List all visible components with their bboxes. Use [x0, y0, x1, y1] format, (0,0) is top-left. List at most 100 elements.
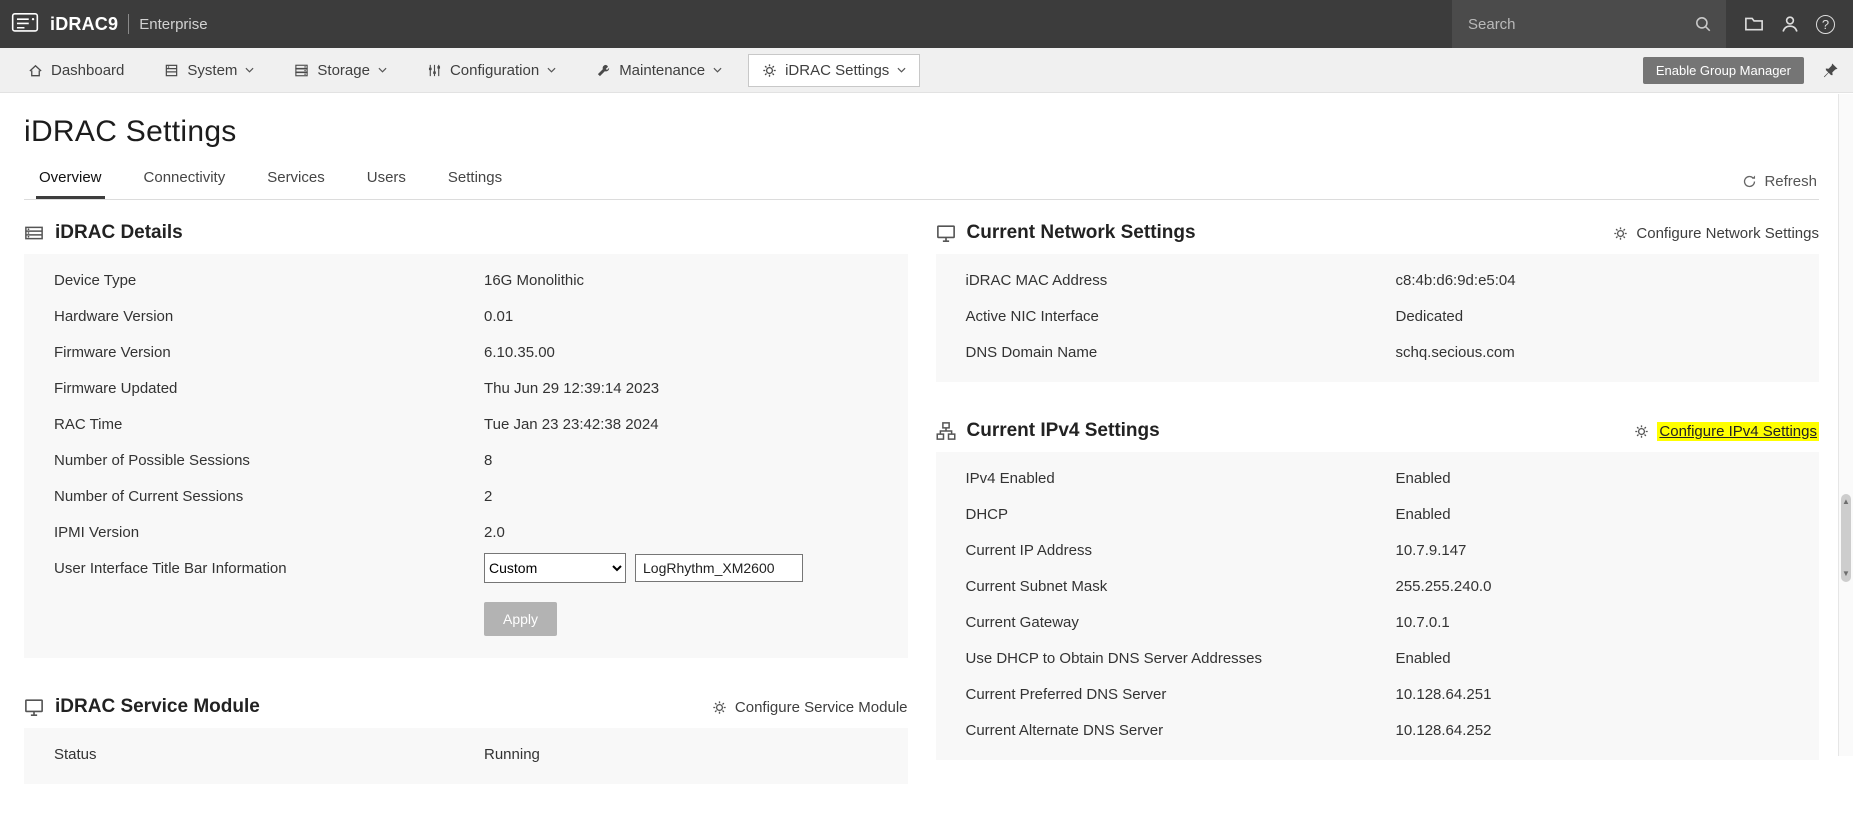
tab-connectivity[interactable]: Connectivity	[141, 161, 229, 199]
nav-item-system[interactable]: System	[150, 54, 268, 87]
tab-overview[interactable]: Overview	[36, 161, 105, 199]
row-label: Current IP Address	[965, 541, 1092, 559]
search-input[interactable]	[1466, 14, 1694, 34]
content-columns: iDRAC Details Device Type 16G Monolithic…	[24, 214, 1819, 814]
network-settings-card: Current Network Settings Configure Netwo…	[935, 214, 1820, 382]
top-icons: ?	[1726, 14, 1853, 34]
idrac-details-card: iDRAC Details Device Type 16G Monolithic…	[24, 214, 908, 658]
row-label: Hardware Version	[54, 307, 174, 325]
top-bar-right: ?	[1452, 0, 1853, 48]
row-label: RAC Time	[54, 415, 123, 433]
row-label: DNS Domain Name	[965, 343, 1098, 361]
row-label: Number of Current Sessions	[54, 487, 244, 505]
nav-item-storage[interactable]: Storage	[280, 54, 401, 87]
menu-bar: Dashboard System Storage Configuration M…	[0, 48, 1853, 93]
detail-row: Current Gateway 10.7.0.1	[936, 604, 1820, 640]
row-label: Firmware Version	[54, 343, 171, 361]
chevron-down-icon	[713, 67, 722, 73]
row-value: 0.01	[484, 307, 514, 325]
gear-icon	[712, 700, 727, 715]
configure-service-module-link[interactable]: Configure Service Module	[712, 699, 908, 716]
sliders-icon	[427, 63, 442, 78]
card-header: iDRAC Service Module Configure Service M…	[24, 688, 908, 728]
card-header: iDRAC Details	[24, 214, 908, 254]
main-content: iDRAC Settings Overview Connectivity Ser…	[0, 93, 1853, 814]
folder-icon[interactable]	[1744, 14, 1764, 34]
row-value: schq.secious.com	[1395, 343, 1515, 361]
row-label: Firmware Updated	[54, 379, 178, 397]
gear-icon	[1634, 424, 1649, 439]
detail-row: Number of Possible Sessions 8	[24, 442, 908, 478]
row-value: 16G Monolithic	[484, 271, 585, 289]
row-value: 10.128.64.251	[1395, 685, 1492, 703]
row-label: IPMI Version	[54, 523, 140, 541]
nav-item-dashboard[interactable]: Dashboard	[14, 54, 138, 87]
row-value: 10.7.9.147	[1395, 541, 1467, 559]
configure-network-settings-link[interactable]: Configure Network Settings	[1613, 225, 1819, 242]
tab-settings[interactable]: Settings	[445, 161, 505, 199]
monitor-icon	[936, 223, 956, 243]
chevron-down-icon	[897, 67, 906, 73]
tab-services[interactable]: Services	[264, 161, 328, 199]
service-module-card: iDRAC Service Module Configure Service M…	[24, 688, 908, 784]
chevron-down-icon	[378, 67, 387, 73]
search-box[interactable]	[1452, 0, 1726, 48]
user-icon[interactable]	[1780, 14, 1800, 34]
home-icon	[28, 63, 43, 78]
refresh-button[interactable]: Refresh	[1740, 173, 1819, 199]
row-value: 2.0	[484, 523, 505, 541]
row-label: Current Subnet Mask	[965, 577, 1108, 595]
title-bar-info-row: User Interface Title Bar Information Cus…	[24, 550, 908, 586]
detail-row: IPv4 Enabled Enabled	[936, 460, 1820, 496]
gear-icon	[1613, 226, 1628, 241]
row-label: Current Alternate DNS Server	[965, 721, 1164, 739]
row-label: Current Gateway	[965, 613, 1079, 631]
row-label: Status	[54, 745, 97, 763]
right-column: Current Network Settings Configure Netwo…	[935, 214, 1820, 814]
nav-item-label: Dashboard	[51, 61, 125, 79]
detail-row: RAC Time Tue Jan 23 23:42:38 2024	[24, 406, 908, 442]
card-action-label: Configure Service Module	[734, 698, 908, 716]
row-value: Enabled	[1395, 505, 1451, 523]
chevron-down-icon	[547, 67, 556, 73]
menu-bar-right: Enable Group Manager	[1642, 56, 1839, 84]
row-value: 2	[484, 487, 493, 505]
wrench-icon	[596, 63, 611, 78]
row-value: Thu Jun 29 12:39:14 2023	[484, 379, 660, 397]
brand-edition: Enterprise	[139, 15, 208, 33]
help-icon[interactable]: ?	[1816, 14, 1835, 34]
pin-icon[interactable]	[1822, 62, 1839, 79]
nav-item-maintenance[interactable]: Maintenance	[582, 54, 736, 87]
apply-button[interactable]: Apply	[484, 602, 558, 636]
detail-row: Current Preferred DNS Server 10.128.64.2…	[936, 676, 1820, 712]
brand-name: iDRAC9	[50, 13, 119, 34]
detail-row: Hardware Version 0.01	[24, 298, 908, 334]
row-value: 10.7.0.1	[1395, 613, 1450, 631]
scrollbar-track[interactable]: ▲ ▼	[1838, 94, 1853, 756]
enable-group-manager-button[interactable]: Enable Group Manager	[1642, 56, 1804, 84]
row-value: 6.10.35.00	[484, 343, 555, 361]
search-icon[interactable]	[1694, 15, 1712, 33]
nav-item-idrac-settings[interactable]: iDRAC Settings	[748, 53, 921, 87]
row-value: Tue Jan 23 23:42:38 2024	[484, 415, 659, 433]
row-label: Number of Possible Sessions	[54, 451, 250, 469]
nav-item-label: System	[187, 61, 238, 79]
detail-row: Firmware Updated Thu Jun 29 12:39:14 202…	[24, 370, 908, 406]
storage-icon	[294, 63, 309, 78]
refresh-label: Refresh	[1764, 173, 1817, 190]
brand: iDRAC9 Enterprise	[0, 9, 208, 39]
card-title: iDRAC Details	[55, 222, 183, 243]
title-bar-text-input[interactable]	[635, 554, 803, 582]
page-title: iDRAC Settings	[24, 115, 237, 148]
row-label: Active NIC Interface	[965, 307, 1099, 325]
detail-row: Active NIC Interface Dedicated	[936, 298, 1820, 334]
server-icon	[164, 63, 179, 78]
tabs-row: Overview Connectivity Services Users Set…	[24, 161, 1819, 200]
configure-ipv4-settings-link[interactable]: Configure IPv4 Settings	[1634, 421, 1819, 441]
tab-users[interactable]: Users	[364, 161, 409, 199]
title-bar-mode-select[interactable]: Custom	[484, 553, 626, 583]
detail-row: Use DHCP to Obtain DNS Server Addresses …	[936, 640, 1820, 676]
scrollbar-thumb[interactable]: ▲ ▼	[1841, 494, 1851, 582]
nav-item-configuration[interactable]: Configuration	[413, 54, 570, 87]
nav-item-label: iDRAC Settings	[785, 61, 890, 79]
